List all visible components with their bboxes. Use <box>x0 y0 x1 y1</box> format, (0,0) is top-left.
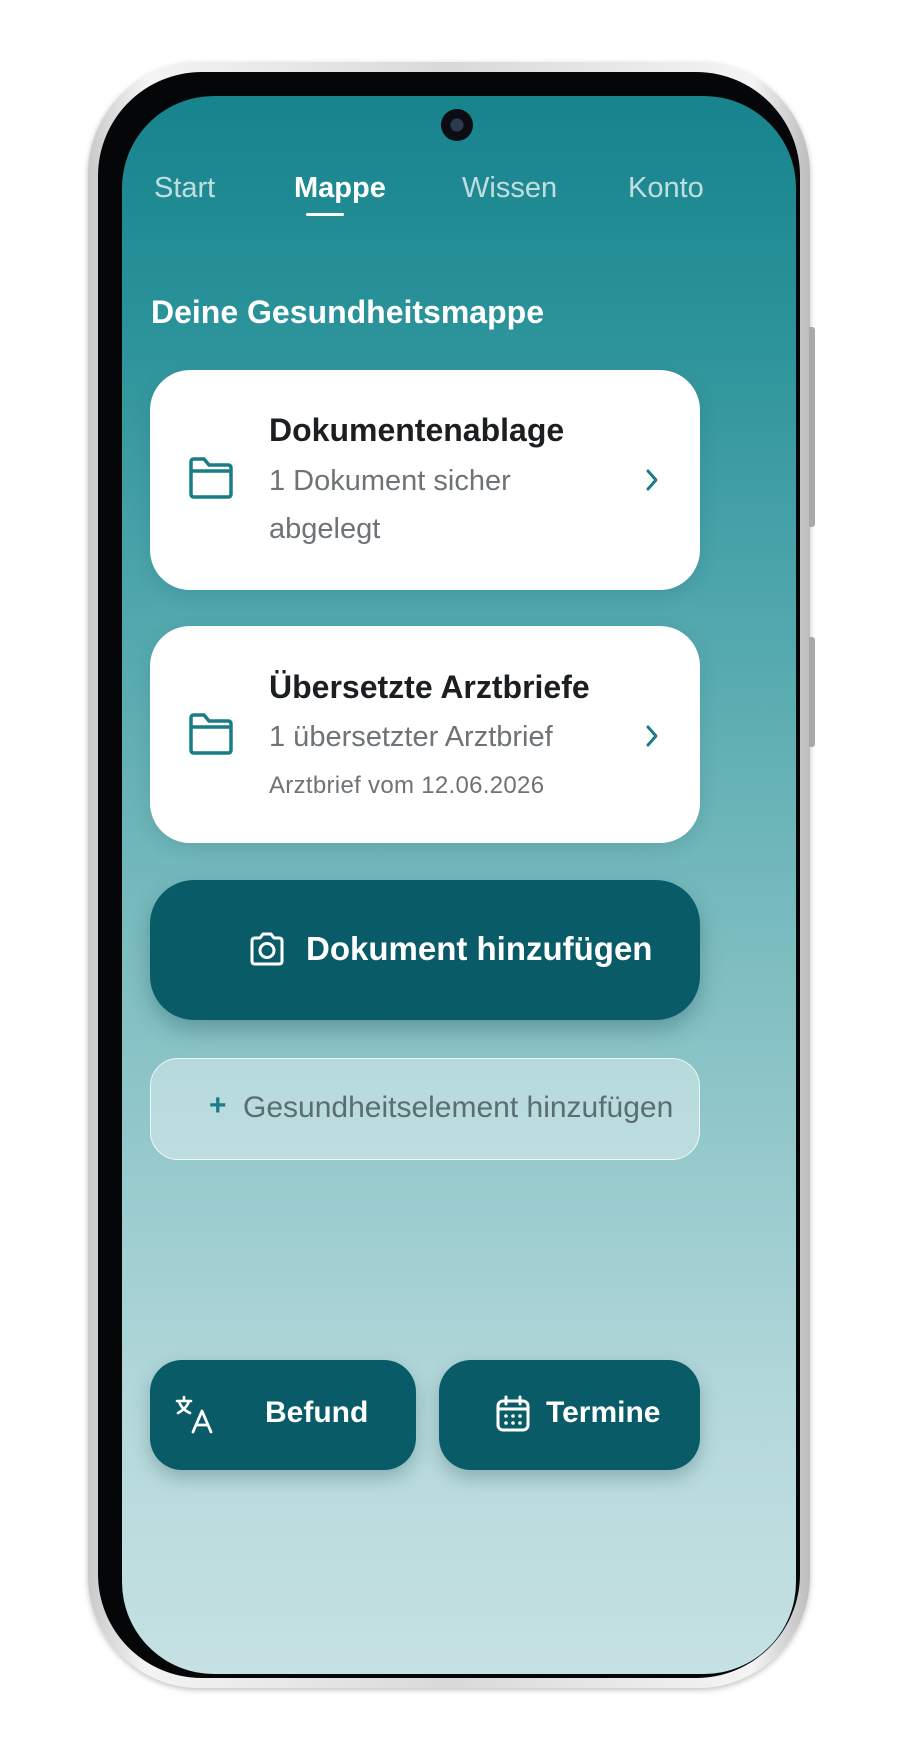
card-meta: Arztbrief vom 12.06.2026 <box>269 772 545 799</box>
add-health-element-label: Gesundheitselement hinzufügen <box>243 1091 674 1124</box>
tab-mappe[interactable]: Mappe <box>294 172 386 205</box>
befund-button[interactable]: Befund <box>150 1360 416 1470</box>
translate-icon <box>175 1395 213 1434</box>
tab-wissen[interactable]: Wissen <box>462 172 557 205</box>
folder-icon <box>189 457 233 499</box>
tab-start[interactable]: Start <box>154 172 215 205</box>
card-subtitle: 1 Dokument sicher abgelegt <box>269 465 511 545</box>
plus-icon: + <box>209 1089 227 1122</box>
card-title: Übersetzte Arztbriefe <box>269 669 590 705</box>
card-title: Dokumentenablage <box>269 412 565 448</box>
camera-icon <box>250 932 284 966</box>
front-camera <box>441 109 473 141</box>
chevron-right-icon <box>646 469 658 491</box>
add-health-element-button[interactable]: + Gesundheitselement hinzufügen <box>150 1058 700 1160</box>
folder-icon <box>189 713 233 755</box>
card-subtitle: 1 übersetzter Arztbrief <box>269 721 553 753</box>
add-document-label: Dokument hinzufügen <box>306 930 653 967</box>
tab-konto[interactable]: Konto <box>628 172 704 205</box>
termine-button[interactable]: Termine <box>439 1360 700 1470</box>
termine-label: Termine <box>546 1396 661 1429</box>
calendar-icon <box>496 1395 530 1432</box>
volume-button <box>809 637 815 747</box>
chevron-right-icon <box>646 725 658 747</box>
phone-frame: Start Mappe Wissen Konto Deine Gesundhei… <box>88 62 815 1688</box>
power-button <box>809 327 815 527</box>
befund-label: Befund <box>265 1396 369 1429</box>
active-tab-indicator <box>306 213 344 216</box>
card-dokumentenablage[interactable]: Dokumentenablage 1 Dokument sicher abgel… <box>150 370 700 590</box>
card-uebersetzte-arztbriefe[interactable]: Übersetzte Arztbriefe 1 übersetzter Arzt… <box>150 626 700 843</box>
section-title: Deine Gesundheitsmappe <box>151 294 544 330</box>
app-screen: Start Mappe Wissen Konto Deine Gesundhei… <box>122 96 796 1674</box>
add-document-button[interactable]: Dokument hinzufügen <box>150 880 700 1020</box>
phone-bezel: Start Mappe Wissen Konto Deine Gesundhei… <box>98 72 800 1678</box>
